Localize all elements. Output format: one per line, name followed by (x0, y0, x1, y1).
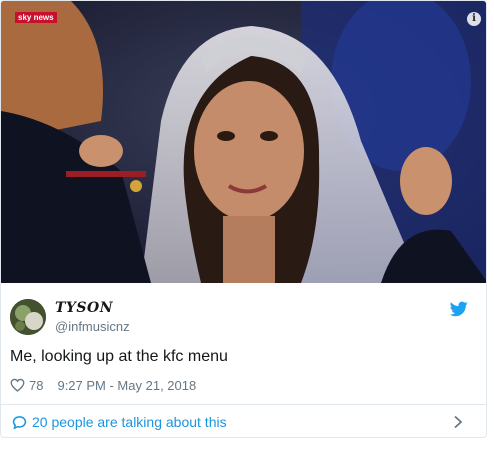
talking-about-label: 20 people are talking about this (32, 414, 227, 430)
like-count[interactable]: 78 (29, 378, 43, 393)
twitter-bird-icon[interactable] (450, 301, 468, 317)
channel-logo: sky news (15, 12, 57, 23)
tweet-header: TYSON @infmusicnz (1, 283, 486, 343)
avatar-photo-icon (10, 299, 46, 335)
tweet-meta: 78 9:27 PM - May 21, 2018 (10, 376, 196, 394)
chevron-right-icon (454, 415, 463, 429)
timestamp-link[interactable]: 9:27 PM - May 21, 2018 (57, 378, 196, 393)
heart-icon[interactable] (10, 378, 25, 392)
tweet-card[interactable]: sky news i TYSON @infmusicnz Me, looking… (0, 0, 487, 438)
speech-bubble-icon (12, 415, 27, 429)
wedding-photo-image (1, 1, 486, 283)
info-icon[interactable]: i (467, 12, 481, 26)
tweet-text: Me, looking up at the kfc menu (10, 348, 228, 365)
tweet-photo[interactable]: sky news i (1, 1, 486, 283)
author-name[interactable]: TYSON (55, 300, 113, 316)
avatar[interactable] (10, 299, 46, 335)
author-handle[interactable]: @infmusicnz (55, 319, 130, 334)
conversation-link[interactable]: 20 people are talking about this (1, 405, 486, 437)
